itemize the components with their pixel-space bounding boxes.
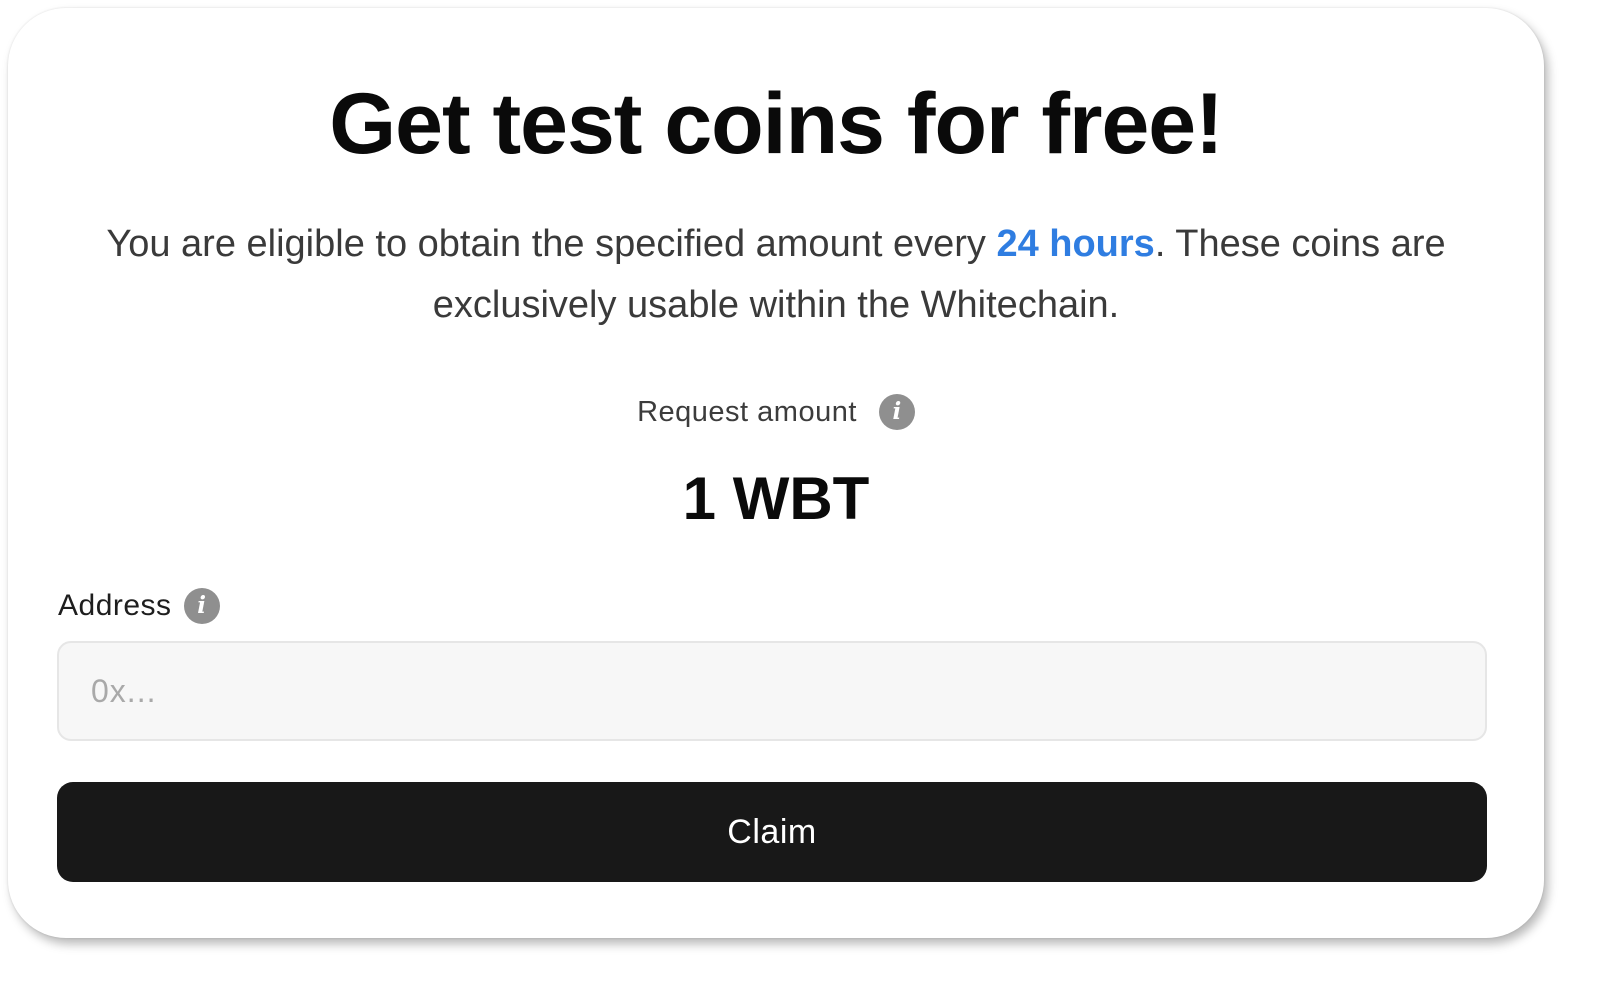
- address-header: Address i: [58, 588, 220, 624]
- address-label: Address: [58, 589, 172, 622]
- claim-button[interactable]: Claim: [57, 782, 1487, 882]
- page-title: Get test coins for free!: [329, 76, 1224, 172]
- address-input[interactable]: [57, 641, 1487, 741]
- description-prefix: You are eligible to obtain the specified…: [106, 223, 997, 265]
- request-amount-info-icon[interactable]: i: [878, 394, 915, 430]
- page-description: You are eligible to obtain the specified…: [58, 214, 1494, 336]
- address-info-icon[interactable]: i: [183, 588, 220, 624]
- faucet-card: Get test coins for free! You are eligibl…: [8, 8, 1544, 938]
- request-amount-value: 1 WBT: [682, 465, 870, 532]
- request-amount-header: Request amount i: [8, 394, 1544, 430]
- request-amount-label: Request amount: [637, 395, 857, 428]
- description-highlight: 24 hours: [996, 223, 1155, 265]
